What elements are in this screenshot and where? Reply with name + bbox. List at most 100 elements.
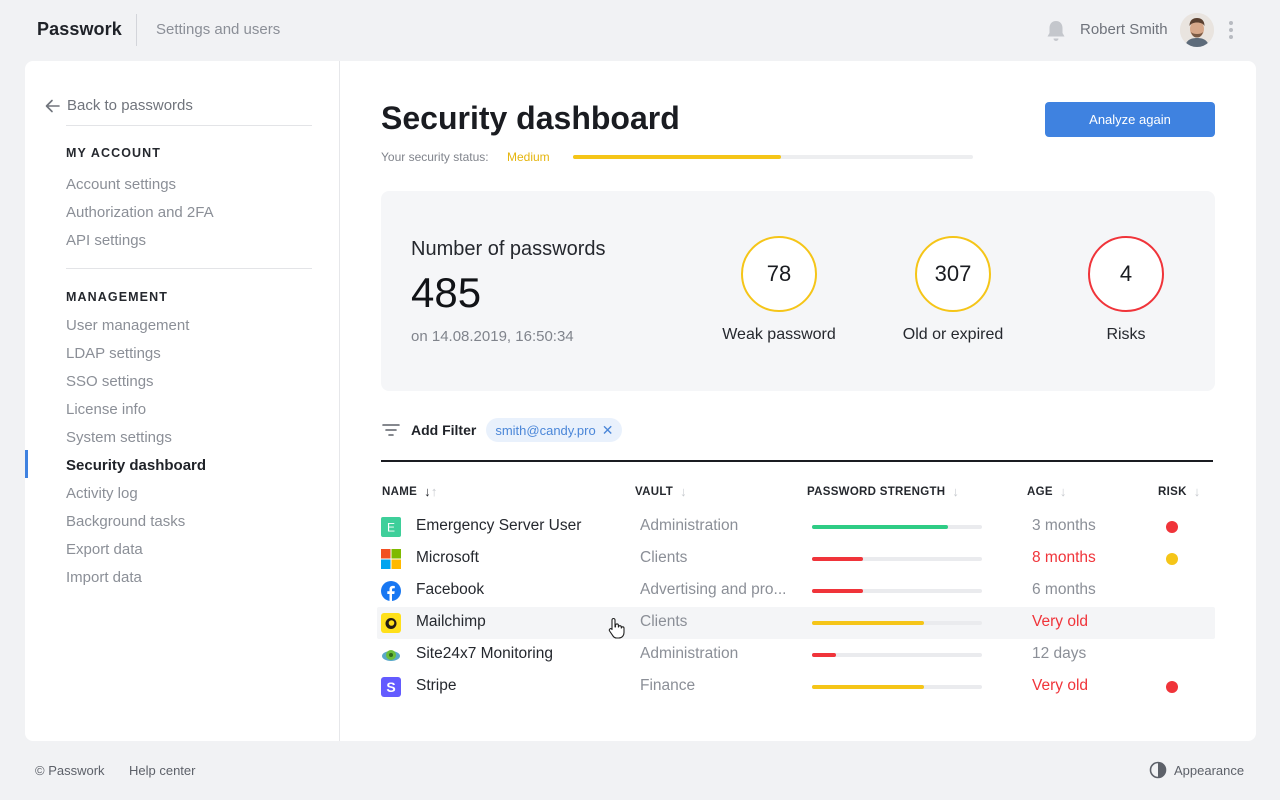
- strength-bar: [812, 685, 982, 689]
- row-age: 12 days: [1032, 645, 1087, 662]
- table-row[interactable]: Microsoft Clients 8 months: [377, 543, 1215, 575]
- brand-logo[interactable]: Passwork: [37, 19, 122, 40]
- security-status-bar: [573, 155, 973, 159]
- sidebar-item-sso-settings[interactable]: SSO settings: [66, 373, 154, 390]
- sort-desc-icon: ↓: [424, 484, 431, 499]
- strength-bar: [812, 621, 982, 625]
- column-header-strength[interactable]: PASSWORD STRENGTH ↓: [807, 484, 959, 499]
- row-vault: Advertising and pro...: [640, 581, 787, 598]
- security-status-fill: [573, 155, 781, 159]
- row-name: Microsoft: [416, 549, 479, 566]
- filter-chip-label: smith@candy.pro: [495, 422, 596, 438]
- strength-fill: [812, 557, 863, 561]
- row-vault: Administration: [640, 645, 739, 662]
- filter-chip: smith@candy.pro ✕: [486, 418, 623, 442]
- sidebar-item-export-data[interactable]: Export data: [66, 541, 143, 558]
- row-vault: Administration: [640, 517, 739, 534]
- table-row[interactable]: E Emergency Server User Administration 3…: [377, 511, 1215, 543]
- sidebar-item-system-settings[interactable]: System settings: [66, 429, 172, 446]
- row-age: 8 months: [1032, 549, 1096, 566]
- management-heading: MANAGEMENT: [66, 290, 168, 304]
- row-name: Facebook: [416, 581, 485, 598]
- row-name: Stripe: [416, 677, 457, 694]
- column-header-risk[interactable]: RISK ↓: [1158, 484, 1201, 499]
- strength-bar: [812, 525, 982, 529]
- sidebar-divider: [66, 125, 312, 126]
- section-title: Settings and users: [156, 21, 281, 38]
- metric-label: Old or expired: [902, 326, 1004, 343]
- sidebar-item-user-management[interactable]: User management: [66, 317, 189, 334]
- sidebar-item-security-dashboard[interactable]: Security dashboard: [66, 457, 206, 474]
- help-center-link[interactable]: Help center: [129, 763, 195, 778]
- security-status-label: Your security status:: [381, 150, 489, 164]
- row-age: Very old: [1032, 677, 1089, 694]
- sidebar-item-account-settings[interactable]: Account settings: [66, 176, 176, 193]
- table-row[interactable]: Mailchimp Clients Very old: [377, 607, 1215, 639]
- arrow-left-icon: [45, 99, 60, 112]
- risk-dot: [1166, 553, 1178, 565]
- microsoft-icon: [381, 549, 401, 569]
- avatar[interactable]: [1180, 13, 1214, 47]
- row-age: 6 months: [1032, 581, 1096, 598]
- active-indicator: [25, 450, 28, 478]
- sort-icon: ↓: [680, 484, 687, 499]
- top-bar: Passwork Settings and users Robert Smith: [0, 0, 1280, 60]
- risk-dot: [1166, 521, 1178, 533]
- sort-icon: ↓: [1193, 484, 1201, 499]
- site24x7-icon: [382, 650, 400, 661]
- column-header-age[interactable]: AGE ↓: [1027, 484, 1067, 499]
- row-vault: Clients: [640, 549, 688, 566]
- metric-risks[interactable]: 4 Risks: [1056, 236, 1196, 344]
- emergency-server-icon: E: [381, 517, 401, 537]
- sort-asc-icon: ↑: [430, 484, 438, 499]
- back-to-passwords-link[interactable]: Back to passwords: [45, 97, 193, 114]
- table-row[interactable]: S Stripe Finance Very old: [377, 671, 1215, 703]
- sidebar-item-ldap-settings[interactable]: LDAP settings: [66, 345, 161, 362]
- sort-icon: ↓: [1059, 484, 1067, 499]
- column-header-label: PASSWORD STRENGTH: [807, 485, 946, 498]
- sidebar-item-api-settings[interactable]: API settings: [66, 232, 146, 249]
- sidebar-item-background-tasks[interactable]: Background tasks: [66, 513, 185, 530]
- row-vault: Finance: [640, 677, 696, 694]
- sidebar-item-authorization-2fa[interactable]: Authorization and 2FA: [66, 204, 214, 221]
- back-label: Back to passwords: [67, 97, 193, 114]
- content-area: Security dashboard Analyze again Your se…: [341, 61, 1256, 741]
- metric-old-or-expired[interactable]: 307 Old or expired: [883, 236, 1023, 344]
- strength-fill: [812, 653, 836, 657]
- contrast-icon: [1149, 761, 1167, 779]
- sort-icon: ↓: [952, 484, 960, 499]
- add-filter-button[interactable]: Add Filter: [411, 422, 476, 438]
- security-status-value: Medium: [507, 150, 550, 164]
- sidebar-item-license-info[interactable]: License info: [66, 401, 146, 418]
- metric-weak-password[interactable]: 78 Weak password: [709, 236, 849, 344]
- sidebar-divider: [66, 268, 312, 269]
- strength-fill: [812, 621, 925, 625]
- column-header-name[interactable]: NAME ↓ ↑: [382, 484, 438, 499]
- stripe-icon: S: [381, 677, 401, 697]
- analyze-again-button[interactable]: Analyze again: [1045, 102, 1215, 137]
- appearance-toggle[interactable]: Appearance: [1149, 761, 1244, 779]
- filter-icon[interactable]: [381, 422, 401, 438]
- sidebar-item-activity-log[interactable]: Activity log: [66, 485, 138, 502]
- sidebar-item-import-data[interactable]: Import data: [66, 569, 142, 586]
- row-age: 3 months: [1032, 517, 1096, 534]
- table-row[interactable]: Facebook Advertising and pro... 6 months: [377, 575, 1215, 607]
- top-divider: [136, 14, 137, 46]
- column-header-vault[interactable]: VAULT ↓: [635, 484, 687, 499]
- kebab-menu-icon[interactable]: [1227, 21, 1235, 39]
- close-icon[interactable]: ✕: [602, 422, 614, 439]
- metric-ring: 78: [741, 236, 817, 312]
- page-title: Security dashboard: [381, 100, 680, 136]
- risk-dot: [1166, 681, 1178, 693]
- facebook-icon: [381, 581, 401, 601]
- table-row[interactable]: Site24x7 Monitoring Administration 12 da…: [377, 639, 1215, 671]
- bell-icon[interactable]: [1045, 19, 1067, 43]
- hand-cursor-icon: [608, 617, 625, 639]
- password-count: 485: [411, 269, 482, 316]
- strength-fill: [812, 589, 863, 593]
- strength-fill: [812, 525, 948, 529]
- user-name[interactable]: Robert Smith: [1080, 21, 1168, 38]
- row-age: Very old: [1032, 613, 1089, 630]
- main-card: Back to passwords MY ACCOUNT Account set…: [25, 61, 1256, 741]
- svg-text:S: S: [386, 679, 395, 695]
